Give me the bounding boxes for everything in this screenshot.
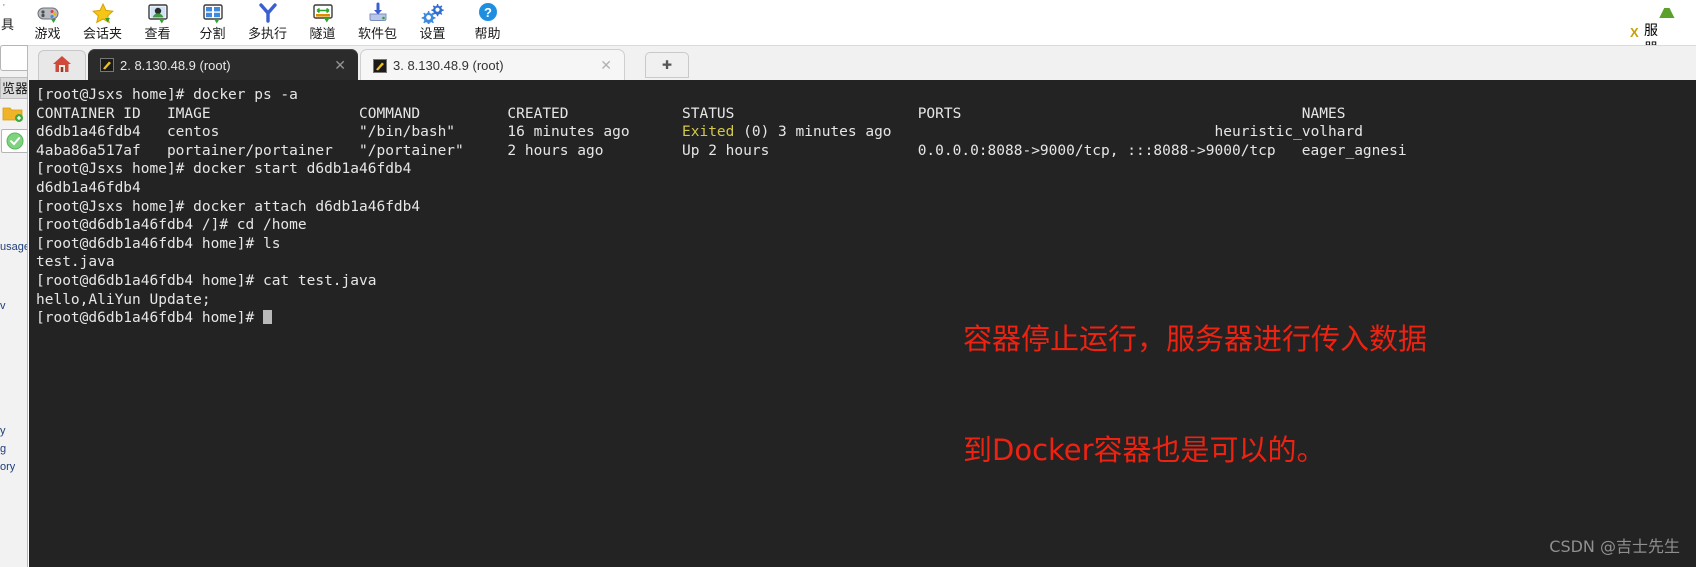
toolbar-label-split: 分割 xyxy=(199,26,226,41)
status-exited: Exited xyxy=(682,124,735,141)
toolbar-label-packages: 软件包 xyxy=(357,26,397,41)
monitor-user-icon xyxy=(145,1,171,25)
terminal-line: d6db1a46fdb4 centos "/bin/bash" 16 minut… xyxy=(36,124,1363,141)
sidebar-panel-header: 览器 xyxy=(0,77,27,99)
toolbar-label-games: 游戏 xyxy=(34,26,61,41)
new-tab-button[interactable]: ✚ xyxy=(645,52,689,78)
main-toolbar: · 具 游戏 会话夹 查看 分割 多执行 隧道 软件包 设置 ? 帮助 ▲ X … xyxy=(0,0,1696,56)
toolbar-button-games[interactable]: 游戏 xyxy=(20,0,75,45)
terminal-line: [root@Jsxs home]# docker ps -a xyxy=(36,87,298,103)
help-circle-icon: ? xyxy=(475,1,501,25)
home-icon xyxy=(52,54,72,79)
gears-icon xyxy=(420,1,446,25)
home-tab-button[interactable] xyxy=(38,50,86,81)
terminal-line: [root@d6db1a46fdb4 home]# xyxy=(36,309,1696,328)
toolbar-items: 游戏 会话夹 查看 分割 多执行 隧道 软件包 设置 ? 帮助 xyxy=(20,0,515,45)
green-check-icon[interactable] xyxy=(1,129,27,153)
left-sidebar-panel: 览器 usage v y g ory xyxy=(0,45,28,567)
annotation-overlay: 容器停止运行，服务器进行传入数据 到Docker容器也是可以的。 xyxy=(963,247,1427,543)
terminal-cursor xyxy=(262,310,272,325)
plus-icon: ✚ xyxy=(661,58,673,72)
watermark-label: CSDN @吉士先生 xyxy=(1549,537,1680,556)
server-label-line1: 服 xyxy=(1644,22,1658,38)
toolbar-button-help[interactable]: ? 帮助 xyxy=(460,0,515,45)
terminal-key-icon xyxy=(373,58,387,73)
tab-close-session-2[interactable]: ✕ xyxy=(330,57,350,74)
terminal-app-window: · 具 游戏 会话夹 查看 分割 多执行 隧道 软件包 设置 ? 帮助 ▲ X … xyxy=(0,0,1696,567)
tab-session-3[interactable]: 3. 8.130.48.9 (root) ✕ xyxy=(360,49,625,81)
terminal-line: [root@d6db1a46fdb4 /]# cd /home xyxy=(36,217,307,234)
toolbar-button-settings[interactable]: 设置 xyxy=(405,0,460,45)
toolbar-button-packages[interactable]: 软件包 xyxy=(350,0,405,45)
terminal-line: [root@Jsxs home]# docker start d6db1a46f… xyxy=(36,161,412,178)
terminal-line: CONTAINER ID IMAGE COMMAND CREATED STATU… xyxy=(36,105,1346,122)
tab-title-session-3: 3. 8.130.48.9 (root) xyxy=(393,58,504,73)
star-icon xyxy=(90,1,116,25)
toolbar-button-multiexec[interactable]: 多执行 xyxy=(240,0,295,45)
terminal-line: [root@d6db1a46fdb4 home]# ls xyxy=(36,235,281,252)
fork-icon xyxy=(255,1,281,25)
sidebar-fragment-0: usage xyxy=(0,241,28,253)
tab-close-session-3[interactable]: ✕ xyxy=(596,57,616,74)
tab-title-session-2: 2. 8.130.48.9 (root) xyxy=(120,57,231,73)
split-grid-icon xyxy=(200,1,226,25)
gamepad-icon xyxy=(35,1,61,25)
terminal-line: [root@d6db1a46fdb4 home]# cat test.java xyxy=(36,272,377,289)
toolbar-label-sessions: 会话夹 xyxy=(82,26,122,41)
download-package-icon xyxy=(365,1,391,25)
toolbar-label-multiexec: 多执行 xyxy=(247,26,287,41)
tab-session-2[interactable]: 2. 8.130.48.9 (root) ✕ xyxy=(88,49,358,81)
toolbar-button-split[interactable]: 分割 xyxy=(185,0,240,45)
svg-text:?: ? xyxy=(484,5,492,20)
terminal-line: d6db1a46fdb4 xyxy=(36,179,141,196)
toolbar-button-tunnel[interactable]: 隧道 xyxy=(295,0,350,45)
annotation-line-1: 容器停止运行，服务器进行传入数据 xyxy=(963,322,1428,356)
terminal-line: 4aba86a517af portainer/portainer "/porta… xyxy=(36,142,1407,159)
terminal-key-icon xyxy=(100,58,114,72)
close-x-icon: X xyxy=(1630,25,1639,40)
toolbar-button-view[interactable]: 查看 xyxy=(130,0,185,45)
toolbar-label-settings: 设置 xyxy=(419,26,446,41)
sidebar-search-input[interactable] xyxy=(0,45,27,71)
sidebar-fragment-2: y xyxy=(0,425,6,437)
annotation-line-2: 到Docker容器也是可以的。 xyxy=(963,433,1326,467)
sidebar-fragment-1: v xyxy=(0,300,6,312)
toolbar-label-help: 帮助 xyxy=(474,26,501,41)
toolbar-button-sessions[interactable]: 会话夹 xyxy=(75,0,130,45)
sidebar-fragment-3: g xyxy=(0,443,7,455)
folder-add-icon[interactable] xyxy=(2,105,27,127)
toolbar-label-view: 查看 xyxy=(144,26,171,41)
toolbar-left-partial-top: · xyxy=(2,0,6,11)
toolbar-label-tunnel: 隧道 xyxy=(309,26,336,41)
tab-strip: 2. 8.130.48.9 (root) ✕ 3. 8.130.48.9 (ro… xyxy=(0,45,1696,81)
terminal-line: hello,AliYun Update; xyxy=(36,291,211,308)
terminal-line: [root@Jsxs home]# docker attach d6db1a46… xyxy=(36,198,421,215)
tunnel-icon xyxy=(310,1,336,25)
sidebar-fragment-4: ory xyxy=(0,461,16,473)
toolbar-left-partial-label: 具 xyxy=(1,17,15,32)
terminal-line: test.java xyxy=(36,254,115,271)
toolbar-left-clipped-label: · 具 xyxy=(0,0,20,45)
terminal-output[interactable]: [root@Jsxs home]# docker ps -a CONTAINER … xyxy=(29,80,1696,567)
